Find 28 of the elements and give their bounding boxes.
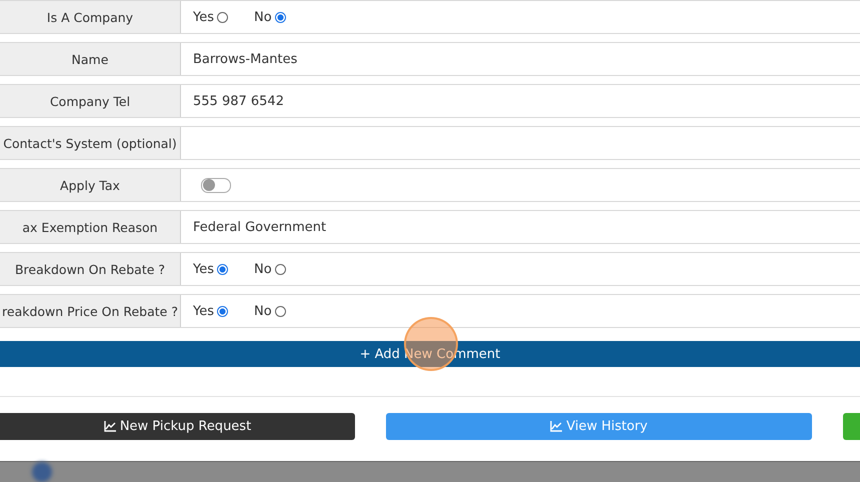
chart-icon [550,421,562,432]
option-label: Yes [193,304,214,318]
radio-button[interactable] [217,12,228,22]
option-label: No [254,304,272,318]
radio-button[interactable] [274,306,286,316]
field-label: Company Tel [0,85,181,117]
option-label: Yes [193,10,214,24]
field-label: ax Exemption Reason [0,211,181,243]
radio-button[interactable] [217,264,228,274]
chart-icon [104,421,116,432]
field-value: Federal Government [193,220,326,234]
field-label: Apply Tax [0,169,181,201]
option-label: Yes [193,262,214,276]
option-label: No [254,262,272,276]
toggle-switch[interactable] [201,178,231,192]
radio-button[interactable] [274,264,286,274]
field-label: reakdown Price On Rebate ? [0,295,181,327]
field-label: Contact's System (optional) [0,127,181,159]
blurred-icon [32,462,52,482]
radio-button[interactable] [274,12,286,22]
option-label: No [254,10,272,24]
field-label: Name [0,43,181,75]
field-value: Barrows-Mantes [193,52,298,66]
field-value: 555 987 6542 [193,94,284,108]
field-label: Breakdown On Rebate ? [0,253,181,285]
field-label: Is A Company [0,1,181,33]
radio-button[interactable] [217,306,228,316]
action-button[interactable]: New Pickup Request [0,413,355,440]
